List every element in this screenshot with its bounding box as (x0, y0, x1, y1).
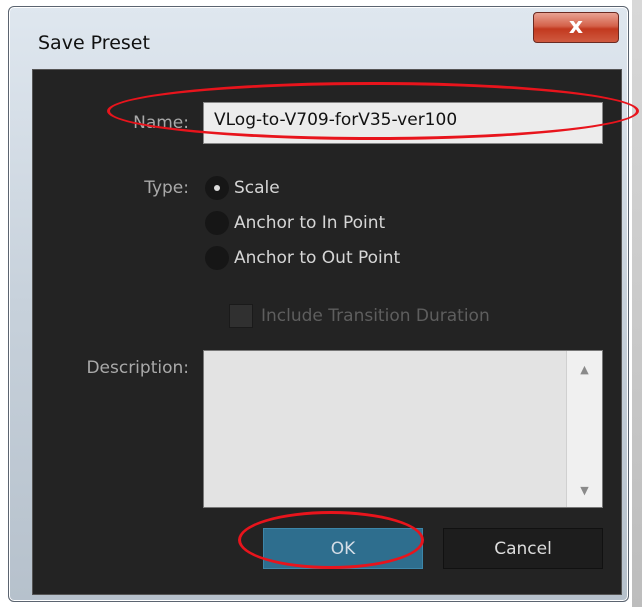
background-window-edge (632, 0, 642, 607)
include-transition-checkbox[interactable] (229, 304, 253, 328)
scroll-up-arrow-icon[interactable]: ▲ (567, 363, 602, 376)
radio-scale[interactable] (205, 176, 229, 200)
radio-selected-dot (214, 185, 220, 191)
radio-anchor-out-point-label[interactable]: Anchor to Out Point (234, 248, 400, 268)
scroll-down-arrow-icon[interactable]: ▼ (567, 484, 602, 497)
close-icon: x (568, 14, 584, 39)
include-transition-label: Include Transition Duration (261, 306, 490, 326)
description-scrollbar[interactable]: ▲ ▼ (566, 351, 602, 507)
save-preset-dialog: Save Preset x Name: VLog-to-V709-forV35-… (8, 6, 629, 602)
cancel-button[interactable]: Cancel (443, 528, 603, 569)
name-label: Name: (133, 113, 189, 133)
description-textarea[interactable]: ▲ ▼ (203, 350, 603, 508)
title-bar[interactable]: Save Preset x (9, 7, 628, 65)
radio-scale-label[interactable]: Scale (234, 178, 280, 198)
radio-anchor-in-point-label[interactable]: Anchor to In Point (234, 213, 385, 233)
name-input[interactable]: VLog-to-V709-forV35-ver100 (203, 102, 603, 144)
type-label: Type: (144, 178, 189, 198)
dialog-content: Name: VLog-to-V709-forV35-ver100 Type: S… (32, 69, 622, 595)
radio-anchor-out-point[interactable] (205, 246, 229, 270)
dialog-title: Save Preset (38, 32, 150, 54)
radio-anchor-in-point[interactable] (205, 211, 229, 235)
description-label: Description: (86, 358, 189, 378)
close-button[interactable]: x (533, 12, 619, 43)
ok-button[interactable]: OK (263, 528, 423, 569)
